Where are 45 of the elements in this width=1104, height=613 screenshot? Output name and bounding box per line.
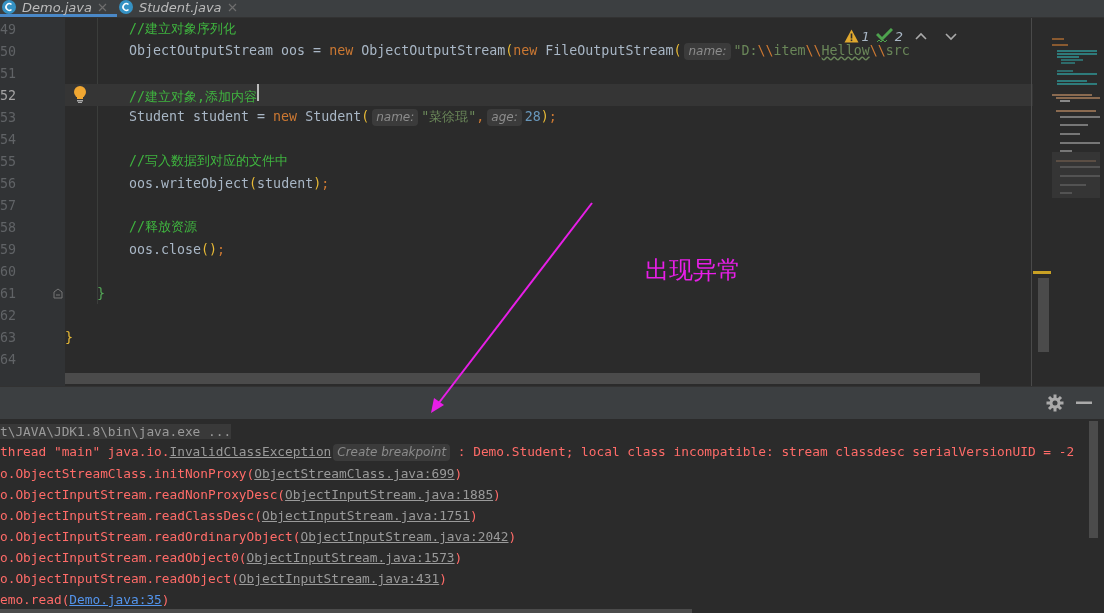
minimize-icon[interactable] bbox=[1076, 401, 1092, 405]
code-line: oos.close(); bbox=[129, 241, 226, 257]
scrollbar[interactable] bbox=[0, 609, 692, 613]
file-link[interactable]: ObjectInputStream.java:1885 bbox=[285, 487, 494, 502]
line-number: 52 bbox=[0, 87, 16, 103]
lightbulb-icon[interactable] bbox=[73, 86, 87, 103]
console-line: o.ObjectInputStream.readNonProxyDesc(ObjectInputStream.java:1885) bbox=[0, 487, 501, 502]
console-line: o.ObjectStreamClass.initNonProxy(ObjectStreamClass.java:699) bbox=[0, 466, 463, 481]
file-link[interactable]: ObjectInputStream.java:2042 bbox=[300, 529, 509, 544]
code-line: } bbox=[65, 329, 73, 345]
warning-count[interactable]: 1 bbox=[844, 28, 870, 44]
file-link[interactable]: ObjectInputStream.java:1751 bbox=[261, 508, 470, 523]
code-line: Student student = new Student( name: "菜徐琨", age: 28); bbox=[129, 108, 557, 126]
scrollbar[interactable] bbox=[65, 373, 980, 384]
console-line: o.ObjectInputStream.readObject0(ObjectInputStream.java:1573) bbox=[0, 550, 463, 565]
fold-icon[interactable] bbox=[53, 288, 63, 299]
close-icon[interactable] bbox=[98, 2, 107, 12]
scrollbar[interactable] bbox=[1038, 278, 1049, 352]
console-line: o.ObjectInputStream.readClassDesc(ObjectInputStream.java:1751) bbox=[0, 508, 478, 523]
file-link[interactable]: ObjectInputStream.java:1573 bbox=[246, 550, 455, 565]
code-line: //建立对象,添加内容 bbox=[129, 84, 260, 106]
check-icon bbox=[875, 28, 893, 44]
class-icon bbox=[2, 0, 16, 14]
scrollbar[interactable] bbox=[1089, 421, 1098, 538]
code-line: } bbox=[97, 285, 105, 301]
weak-warning-count[interactable]: 2 bbox=[875, 28, 903, 44]
file-link[interactable]: Demo.java:35 bbox=[69, 592, 162, 607]
code-line: ObjectOutputStream oos = new ObjectOutputStream(new FileOutputStream( name: "D:\\item\\Hellow\\src bbox=[129, 42, 910, 60]
annotation-text: 出现异常 bbox=[645, 255, 741, 286]
code-line: //释放资源 bbox=[129, 218, 197, 236]
file-link[interactable]: ObjectInputStream.java:431 bbox=[238, 571, 440, 586]
close-icon[interactable] bbox=[227, 2, 237, 12]
editor-tab[interactable]: Demo.java bbox=[0, 0, 117, 17]
class-icon bbox=[119, 0, 133, 14]
settings-icon[interactable] bbox=[1046, 394, 1064, 412]
console-line: o.ObjectInputStream.readOrdinaryObject(ObjectInputStream.java:2042) bbox=[0, 529, 517, 544]
console-line: emo.read(Demo.java:35) bbox=[0, 592, 170, 607]
code-line: //建立对象序列化 bbox=[129, 20, 236, 38]
code-line: //写入数据到对应的文件中 bbox=[129, 152, 288, 170]
file-link[interactable]: ObjectStreamClass.java:699 bbox=[254, 466, 455, 481]
console-line: thread "main" java.io.InvalidClassException Create breakpoint : Demo.Student; local class incompatible: stream classdesc serialVersionUID = -2 bbox=[0, 444, 1075, 461]
file-link[interactable]: InvalidClassException bbox=[169, 444, 332, 459]
editor-tab[interactable]: Student.java bbox=[117, 0, 247, 17]
code-line: oos.writeObject(student); bbox=[129, 175, 330, 191]
console-line: o.ObjectInputStream.readObject(ObjectInputStream.java:431) bbox=[0, 571, 447, 586]
